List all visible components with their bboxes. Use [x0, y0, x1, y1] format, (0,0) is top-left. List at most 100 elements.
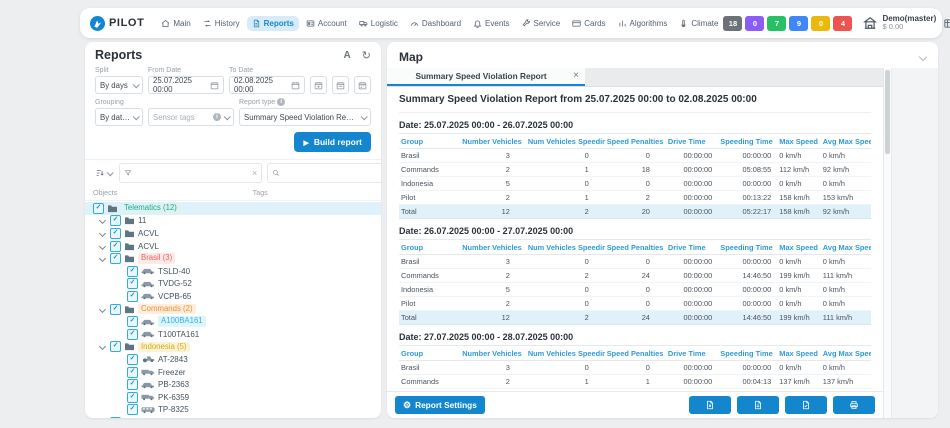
brand[interactable]: PILOT [90, 15, 144, 31]
export-file-button[interactable] [689, 396, 731, 414]
tree-item-11[interactable]: 11 [85, 215, 381, 228]
scrollbar-thumb[interactable] [885, 70, 890, 154]
checkbox-checked[interactable] [127, 328, 138, 340]
table-row[interactable]: Total 12 2 24 00:00:00 14:46:50 199 km/h 111 km… [399, 310, 871, 325]
nav-item-algorithms[interactable]: Algorithms [613, 16, 673, 31]
counter-badge[interactable]: 0 [745, 15, 765, 31]
tree-item-freezer[interactable]: Freezer [85, 366, 381, 379]
collapse-chevron-icon[interactable] [918, 52, 928, 62]
tree-item-brasil-3[interactable]: Brasil (3) [85, 252, 381, 265]
chevron-down-icon[interactable] [98, 229, 107, 238]
checkbox-checked[interactable] [93, 202, 104, 214]
tree-item-acvl[interactable]: ACVL [85, 240, 381, 253]
nav-item-account[interactable]: Account [301, 16, 352, 31]
checkbox-checked[interactable] [127, 379, 138, 391]
clear-icon[interactable] [252, 168, 257, 178]
tree-item-commands-2[interactable]: Commands (2) [85, 303, 381, 316]
table-row[interactable]: Pilot 2 1 2 00:00:00 00:13:22 158 km/h 153 km/h [399, 190, 871, 205]
split-select[interactable]: By days [95, 76, 143, 94]
checkbox-checked[interactable] [110, 416, 121, 418]
calendar-icon[interactable] [210, 81, 219, 90]
table-row[interactable]: Total 12 2 20 00:00:00 05:22:17 158 km/h 92 km/… [399, 204, 871, 219]
tree-item-tp-8325[interactable]: TP-8325 [85, 404, 381, 417]
counter-badge[interactable]: 0 [811, 15, 831, 31]
table-row[interactable]: Brasil 3 0 0 00:00:00 00:00:00 0 km/h 0 km/h [399, 360, 871, 375]
checkbox-checked[interactable] [110, 227, 121, 239]
table-row[interactable]: Brasil 3 0 0 00:00:00 00:00:00 0 km/h 0 km/h [399, 254, 871, 269]
table-row[interactable]: Commands 2 2 24 00:00:00 14:46:50 199 km/h 111 … [399, 268, 871, 283]
export-document-button[interactable] [737, 396, 779, 414]
tree-item-pb-2363[interactable]: PB-2363 [85, 378, 381, 391]
tree-item-tvdg-52[interactable]: TVDG-52 [85, 278, 381, 291]
from-date-input[interactable]: 25.07.2025 00:00 [148, 76, 224, 94]
nav-item-reports[interactable]: Reports [246, 15, 299, 31]
checkbox-checked[interactable] [110, 215, 121, 227]
checkbox-checked[interactable] [110, 240, 121, 252]
date-preset-day-button[interactable] [310, 76, 327, 94]
tags-filter-input[interactable] [135, 167, 249, 179]
sensor-tags-select[interactable]: Sensor tags [148, 108, 234, 126]
tree-item-telematics-12[interactable]: Telematics (12) [85, 202, 381, 215]
checkbox-checked[interactable] [127, 353, 138, 365]
nav-item-climate[interactable]: Climate [674, 16, 723, 31]
checkbox-checked[interactable] [110, 253, 121, 265]
table-row[interactable]: Commands 2 1 1 00:00:00 00:04:13 137 km/h 137 k… [399, 374, 871, 389]
build-report-button[interactable]: Build report [294, 132, 371, 152]
table-row[interactable]: Commands 2 1 18 00:00:00 05:08:55 112 km/h 92 k… [399, 162, 871, 177]
counter-badge[interactable]: 7 [767, 15, 787, 31]
nav-item-history[interactable]: History [198, 16, 245, 31]
checkbox-checked[interactable] [127, 391, 138, 403]
nav-item-dashboard[interactable]: Dashboard [405, 16, 466, 31]
tree-item-t100ta161[interactable]: T100TA161 [85, 328, 381, 341]
tree-item-at-2843[interactable]: AT-2843 [85, 353, 381, 366]
grid-icon[interactable] [943, 18, 950, 29]
nav-item-cards[interactable]: Cards [567, 16, 610, 31]
grouping-select[interactable]: By dates [95, 108, 143, 126]
calendar-icon[interactable] [291, 81, 300, 90]
user-menu[interactable]: Demo(master) $ 0.00 [863, 14, 936, 32]
close-icon[interactable] [569, 71, 579, 81]
nav-item-logistic[interactable]: Logistic [354, 16, 403, 31]
tags-filter-field[interactable] [119, 163, 263, 183]
tree-item-indonesia-5[interactable]: Indonesia (5) [85, 341, 381, 354]
counter-badge[interactable]: 4 [833, 15, 853, 31]
nav-item-service[interactable]: Service [517, 16, 566, 31]
tab-summary-speed-violation-report[interactable]: Summary Speed Violation Report [387, 68, 585, 86]
table-row[interactable]: Brasil 3 0 0 00:00:00 00:00:00 0 km/h 0 km/h [399, 148, 871, 163]
counter-badge[interactable]: 9 [789, 15, 809, 31]
checkbox-checked[interactable] [127, 278, 138, 290]
tree-item-a100ba161[interactable]: A100BA161 [85, 315, 381, 328]
print-button[interactable] [833, 396, 875, 414]
nav-item-main[interactable]: Main [156, 16, 195, 31]
table-row[interactable]: Pilot 2 0 0 00:00:00 00:00:00 0 km/h 0 km/h [399, 296, 871, 311]
checkbox-checked[interactable] [127, 404, 138, 416]
report-scrollbar[interactable] [884, 68, 892, 418]
chevron-down-icon[interactable] [98, 343, 107, 351]
checkbox-checked[interactable] [127, 366, 138, 378]
objects-search-field[interactable] [267, 163, 381, 183]
date-preset-month-button[interactable] [354, 76, 371, 94]
counter-badge[interactable]: 18 [723, 15, 743, 31]
tree-item-pk-6359[interactable]: PK-6359 [85, 391, 381, 404]
checkbox-checked[interactable] [127, 290, 138, 302]
sort-button[interactable] [93, 168, 114, 178]
tree-item-acvl[interactable]: ACVL [85, 227, 381, 240]
checkbox-checked[interactable] [110, 341, 121, 353]
table-row[interactable]: Indonesia50000:00:0000:00:000 km/h0 km/h [399, 176, 871, 191]
refresh-icon[interactable] [362, 49, 371, 62]
to-date-input[interactable]: 02.08.2025 00:00 [229, 76, 305, 94]
report-template-icon[interactable] [344, 50, 351, 61]
report-settings-button[interactable]: Report Settings [395, 396, 485, 414]
checkbox-checked[interactable] [110, 303, 121, 315]
date-preset-week-button[interactable] [332, 76, 349, 94]
tree-item-vcpb-65[interactable]: VCPB-65 [85, 290, 381, 303]
table-row[interactable]: Indonesia50000:00:0000:00:000 km/h0 km/h [399, 282, 871, 297]
tree-item-jzone[interactable]: JZone [85, 416, 381, 418]
chevron-down-icon[interactable] [98, 217, 107, 225]
export-table-button[interactable] [785, 396, 827, 414]
objects-search-input[interactable] [283, 167, 381, 179]
checkbox-checked[interactable] [127, 265, 138, 277]
chevron-down-icon[interactable] [98, 255, 107, 263]
nav-item-events[interactable]: Events [468, 16, 514, 31]
checkbox-checked[interactable] [127, 316, 138, 328]
